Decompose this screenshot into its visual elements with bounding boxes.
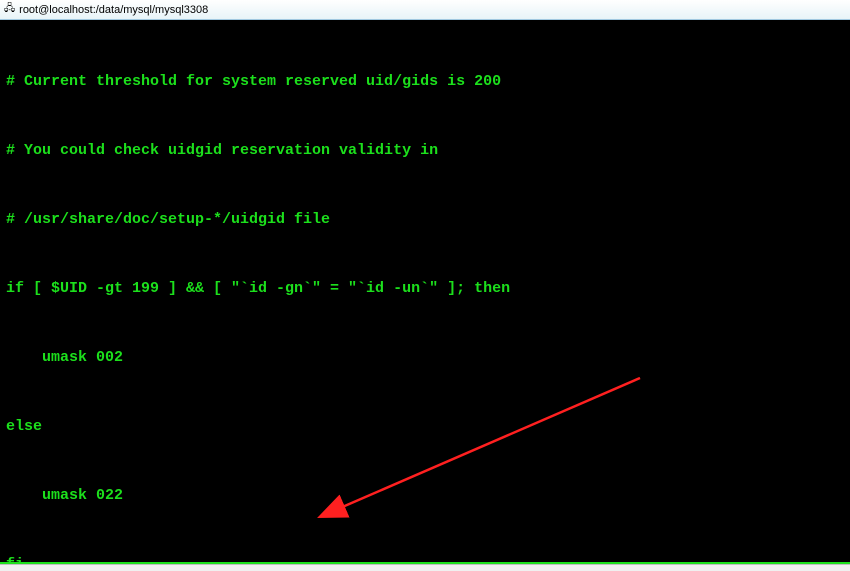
terminal-line: umask 002	[6, 346, 844, 369]
window-title-text: root@localhost:/data/mysql/mysql3308	[19, 4, 208, 16]
horizontal-scrollbar[interactable]	[0, 562, 850, 564]
window-bottom-chrome	[0, 564, 850, 571]
terminal-line: umask 022	[6, 484, 844, 507]
terminal-line: # You could check uidgid reservation val…	[6, 139, 844, 162]
terminal-line: # /usr/share/doc/setup-*/uidgid file	[6, 208, 844, 231]
terminal-line: else	[6, 415, 844, 438]
window-title-bar: 🖧 root@localhost:/data/mysql/mysql3308	[0, 0, 850, 20]
terminal-line: if [ $UID -gt 199 ] && [ "`id -gn`" = "`…	[6, 277, 844, 300]
terminal-icon: 🖧	[4, 1, 15, 18]
terminal-output[interactable]: # Current threshold for system reserved …	[0, 20, 850, 564]
terminal-line: # Current threshold for system reserved …	[6, 70, 844, 93]
